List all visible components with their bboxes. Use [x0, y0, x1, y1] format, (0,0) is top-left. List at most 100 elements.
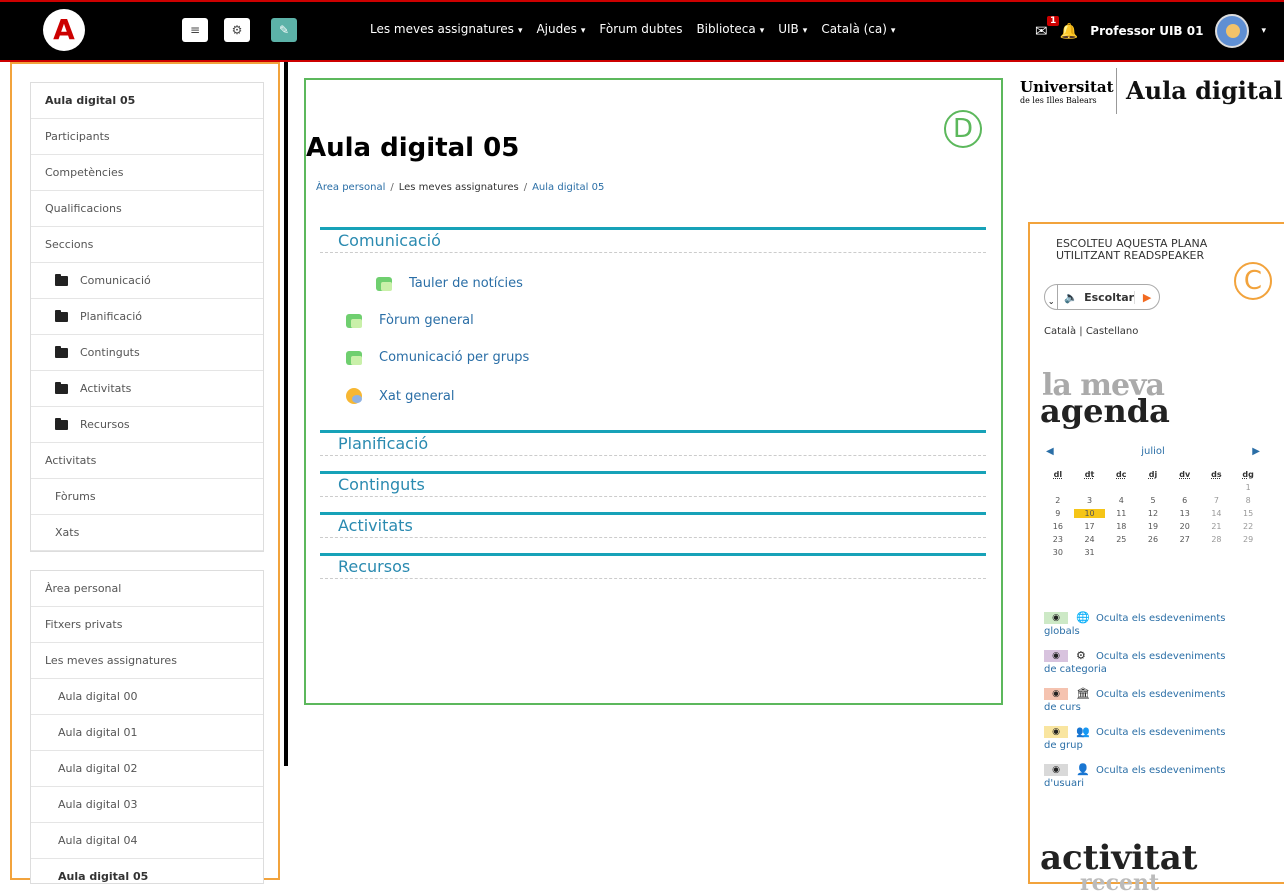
top-menu-label: Ajudes — [536, 22, 577, 36]
sidebar-item[interactable]: Comunicació — [31, 263, 263, 299]
breadcrumb-courses[interactable]: Les meves assignatures — [399, 182, 519, 193]
sidebar-item[interactable]: Aula digital 02 — [31, 751, 263, 787]
event-filter-toggle[interactable]: ◉ 👤 Oculta els esdeveniments d'usuari — [1044, 763, 1258, 790]
calendar-day[interactable]: 30 — [1042, 548, 1074, 557]
activity-link[interactable]: Xat general — [346, 388, 455, 404]
bell-icon[interactable]: 🔔 — [1060, 22, 1079, 40]
chevron-down-icon[interactable]: ▾ — [1261, 26, 1266, 36]
user-name[interactable]: Professor UIB 01 — [1090, 24, 1203, 38]
sidebar-item[interactable]: Aula digital 00 — [31, 679, 263, 715]
calendar-day[interactable]: 18 — [1105, 522, 1137, 531]
event-filter-toggle[interactable]: ◉ 👥 Oculta els esdeveniments de grup — [1044, 725, 1258, 752]
calendar-day[interactable]: 3 — [1074, 496, 1106, 505]
event-filter-label-cont: de grup — [1044, 740, 1083, 751]
calendar-day[interactable]: 28 — [1201, 535, 1233, 544]
calendar-day[interactable]: 31 — [1074, 548, 1106, 557]
calendar-day[interactable]: 24 — [1074, 535, 1106, 544]
sidebar-item[interactable]: Fitxers privats — [31, 607, 263, 643]
calendar-day[interactable]: 16 — [1042, 522, 1074, 531]
toggle-nav-button[interactable]: ≡ — [182, 18, 208, 42]
lang-castellano-link[interactable]: Castellano — [1086, 326, 1139, 337]
calendar-day[interactable]: 11 — [1105, 509, 1137, 518]
calendar-day[interactable]: 15 — [1232, 509, 1264, 518]
section-header[interactable]: Recursos — [320, 553, 986, 579]
chevron-down-icon: ▾ — [802, 26, 808, 36]
lang-catala-link[interactable]: Català — [1044, 326, 1076, 337]
event-filter-toggle[interactable]: ◉ ⚙ Oculta els esdeveniments de categoria — [1044, 649, 1258, 676]
calendar-day[interactable]: 29 — [1232, 535, 1264, 544]
sidebar-item[interactable]: Aula digital 04 — [31, 823, 263, 859]
top-menu-item[interactable]: Fòrum dubtes — [599, 22, 682, 36]
user-area: ✉ 1 🔔 Professor UIB 01 ▾ — [1035, 14, 1266, 48]
calendar-day[interactable]: 9 — [1042, 509, 1074, 518]
sidebar-item[interactable]: Aula digital 05 — [31, 83, 263, 119]
sidebar-item[interactable]: Planificació — [31, 299, 263, 335]
site-logo[interactable]: A — [43, 9, 85, 51]
section-header[interactable]: Activitats — [320, 512, 986, 538]
calendar-day[interactable]: 21 — [1201, 522, 1233, 531]
chevron-down-icon: ▾ — [580, 26, 586, 36]
calendar-day[interactable]: 5 — [1137, 496, 1169, 505]
activity-link[interactable]: Tauler de notícies — [376, 276, 523, 291]
calendar-day[interactable]: 25 — [1105, 535, 1137, 544]
calendar-day[interactable]: 1 — [1232, 483, 1264, 492]
top-menu-item[interactable]: Ajudes ▾ — [536, 22, 585, 36]
top-menu-item[interactable]: Les meves assignatures ▾ — [370, 22, 522, 36]
sidebar-item[interactable]: Aula digital 01 — [31, 715, 263, 751]
calendar-day[interactable]: 27 — [1169, 535, 1201, 544]
calendar-day[interactable]: 7 — [1201, 496, 1233, 505]
sidebar-item[interactable]: Àrea personal — [31, 571, 263, 607]
sidebar-item[interactable]: Aula digital 05 — [31, 859, 263, 883]
calendar-day[interactable]: 8 — [1232, 496, 1264, 505]
edit-mode-button[interactable]: ✎ — [271, 18, 297, 42]
sidebar-item[interactable]: Activitats — [31, 443, 263, 479]
sidebar-item[interactable]: Les meves assignatures — [31, 643, 263, 679]
section-header[interactable]: Comunicació — [320, 227, 986, 253]
calendar-day[interactable]: 13 — [1169, 509, 1201, 518]
sidebar-item[interactable]: Activitats — [31, 371, 263, 407]
activity-link[interactable]: Comunicació per grups — [346, 350, 529, 365]
event-filter-label-cont: d'usuari — [1044, 778, 1084, 789]
calendar-day[interactable]: 17 — [1074, 522, 1106, 531]
sidebar-item[interactable]: Continguts — [31, 335, 263, 371]
calendar-month[interactable]: juliol — [1046, 446, 1260, 457]
calendar-day[interactable]: 26 — [1137, 535, 1169, 544]
breadcrumb-home[interactable]: Àrea personal — [316, 182, 385, 193]
calendar-empty-cell — [1137, 483, 1169, 492]
calendar-day[interactable]: 23 — [1042, 535, 1074, 544]
calendar-day[interactable]: 20 — [1169, 522, 1201, 531]
breadcrumb-current[interactable]: Aula digital 05 — [532, 182, 604, 193]
calendar-day[interactable]: 2 — [1042, 496, 1074, 505]
sidebar-item[interactable]: Xats — [31, 515, 263, 551]
readspeaker-listen-button[interactable]: ⌄ 🔈 Escoltar ▶ — [1044, 284, 1160, 310]
calendar-day[interactable]: 22 — [1232, 522, 1264, 531]
settings-button[interactable]: ⚙ — [224, 18, 250, 42]
sidebar-item[interactable]: Aula digital 03 — [31, 787, 263, 823]
top-menu-item[interactable]: UIB ▾ — [778, 22, 807, 36]
event-filter-toggle[interactable]: ◉ 🏛 Oculta els esdeveniments de curs — [1044, 687, 1258, 714]
sidebar-item[interactable]: Recursos — [31, 407, 263, 443]
sidebar-item[interactable]: Qualificacions — [31, 191, 263, 227]
event-type-icon: ⚙ — [1076, 649, 1086, 662]
sidebar-item[interactable]: Participants — [31, 119, 263, 155]
sidebar-item[interactable]: Fòrums — [31, 479, 263, 515]
avatar[interactable] — [1215, 14, 1250, 48]
next-month-icon[interactable]: ▶ — [1252, 446, 1260, 457]
messages-icon[interactable]: ✉ 1 — [1035, 16, 1060, 40]
top-menu-item[interactable]: Biblioteca ▾ — [696, 22, 764, 36]
activity-link[interactable]: Fòrum general — [346, 313, 474, 328]
sidebar-item[interactable]: Competències — [31, 155, 263, 191]
calendar-day[interactable]: 6 — [1169, 496, 1201, 505]
calendar-day[interactable]: 14 — [1201, 509, 1233, 518]
section-header[interactable]: Continguts — [320, 471, 986, 497]
top-menu-item[interactable]: Català (ca) ▾ — [821, 22, 895, 36]
readspeaker-options-icon[interactable]: ⌄ — [1045, 285, 1059, 309]
calendar-day[interactable]: 12 — [1137, 509, 1169, 518]
calendar-day[interactable]: 19 — [1137, 522, 1169, 531]
calendar-day[interactable]: 4 — [1105, 496, 1137, 505]
event-filter-label: Oculta els esdeveniments — [1096, 727, 1226, 738]
calendar-day[interactable]: 10 — [1073, 509, 1106, 518]
sidebar-item[interactable]: Seccions — [31, 227, 263, 263]
section-header[interactable]: Planificació — [320, 430, 986, 456]
event-filter-toggle[interactable]: ◉ 🌐 Oculta els esdeveniments globals — [1044, 611, 1258, 638]
